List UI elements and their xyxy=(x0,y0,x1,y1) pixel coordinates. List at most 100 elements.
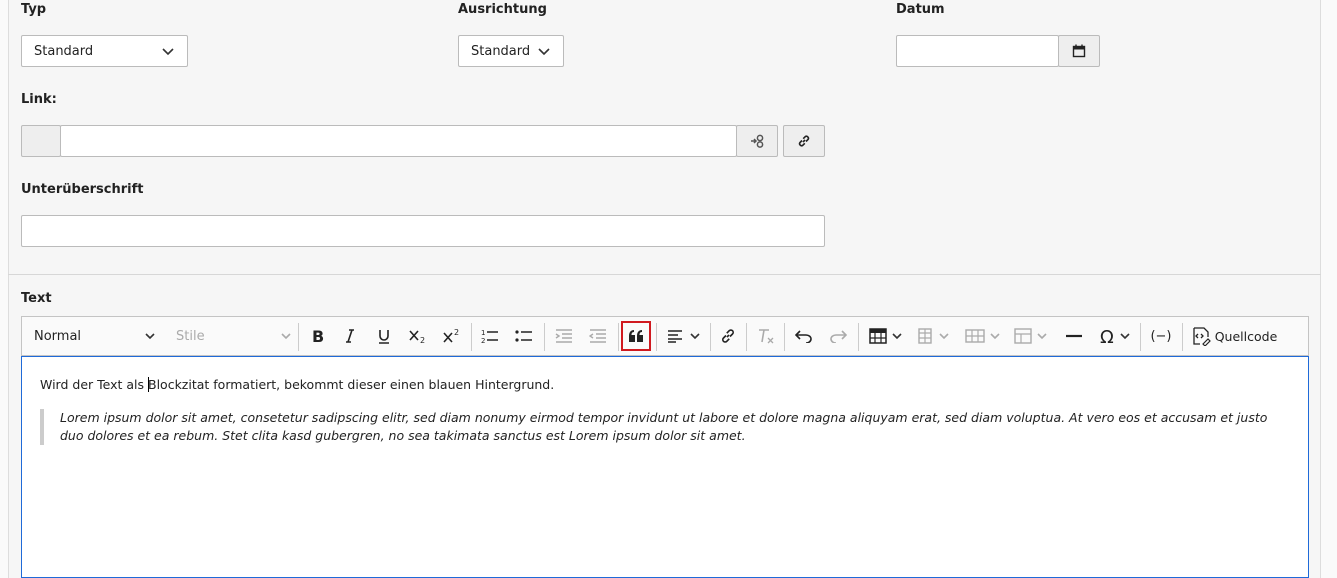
merge-cells-dropdown[interactable] xyxy=(1010,317,1052,355)
link-button[interactable] xyxy=(714,317,742,355)
datepicker-button[interactable] xyxy=(1058,35,1100,67)
redo-button[interactable] xyxy=(824,317,852,355)
indent-button[interactable] xyxy=(584,317,612,355)
toolbar-separator xyxy=(471,323,472,351)
subscript-icon: 2 xyxy=(409,330,425,344)
outdent-button[interactable] xyxy=(550,317,578,355)
link-icon xyxy=(798,135,810,147)
subscript-button[interactable]: 2 xyxy=(404,317,432,355)
horizontal-line-button[interactable] xyxy=(1060,317,1088,355)
editor-toolbar: Normal Stile B 2 2 12 Ω (−) Quellcode xyxy=(21,316,1309,356)
blockquote-highlight-frame xyxy=(621,321,651,351)
link-browser-button[interactable] xyxy=(783,125,825,157)
paragraph-content: Wird der Text als Blockzitat formatiert,… xyxy=(40,377,555,392)
svg-text:2: 2 xyxy=(454,328,459,337)
remove-format-icon xyxy=(759,329,774,344)
superscript-icon: 2 xyxy=(443,328,459,343)
unlink-icon xyxy=(751,134,764,148)
soft-hyphen-label: (−) xyxy=(1150,328,1172,344)
toolbar-separator xyxy=(1182,323,1183,351)
unterueberschrift-label: Unterüberschrift xyxy=(21,182,144,197)
table-icon xyxy=(869,328,887,344)
toolbar-separator xyxy=(1140,323,1141,351)
toolbar-separator xyxy=(618,323,619,351)
link-label: Link: xyxy=(21,92,57,107)
numbered-list-button[interactable]: 12 xyxy=(476,317,504,355)
toolbar-separator xyxy=(710,323,711,351)
soft-hyphen-button[interactable]: (−) xyxy=(1146,317,1176,355)
paragraph-text: Wird der Text als Blockzitat formatiert,… xyxy=(40,377,554,392)
bulleted-list-button[interactable] xyxy=(510,317,538,355)
editor-content[interactable]: Wird der Text als Blockzitat formatiert,… xyxy=(21,356,1309,578)
numbered-list-icon: 12 xyxy=(481,329,498,344)
toolbar-separator xyxy=(858,323,859,351)
ausrichtung-select[interactable]: Standard xyxy=(458,35,564,67)
superscript-button[interactable]: 2 xyxy=(438,317,466,355)
typ-select-value: Standard xyxy=(34,43,94,59)
table-column-dropdown[interactable] xyxy=(912,317,954,355)
chevron-down-icon xyxy=(162,48,174,56)
remove-format-button[interactable] xyxy=(752,317,780,355)
source-code-icon xyxy=(1193,327,1211,346)
rich-text-editor: Normal Stile B 2 2 12 Ω (−) Quellcode Wi… xyxy=(21,316,1309,578)
svg-text:1: 1 xyxy=(481,329,485,337)
toolbar-separator xyxy=(656,323,657,351)
horizontal-line-icon xyxy=(1066,334,1082,338)
table-row-icon xyxy=(965,329,985,343)
text-label: Text xyxy=(21,291,52,306)
chevron-down-icon xyxy=(892,333,902,340)
styles-dropdown-value: Stile xyxy=(176,328,205,344)
format-dropdown[interactable]: Normal xyxy=(34,317,164,355)
undo-icon xyxy=(795,330,812,343)
toolbar-separator xyxy=(746,323,747,351)
chevron-down-icon xyxy=(538,48,550,56)
toolbar-separator xyxy=(544,323,545,351)
svg-text:2: 2 xyxy=(420,336,425,344)
chevron-down-icon xyxy=(145,333,155,340)
merge-cells-icon xyxy=(1014,328,1032,344)
chevron-down-icon xyxy=(281,333,291,340)
indent-icon xyxy=(589,329,606,343)
table-row-dropdown[interactable] xyxy=(962,317,1004,355)
table-column-icon xyxy=(918,328,932,344)
blockquote-text: Lorem ipsum dolor sit amet, consetetur s… xyxy=(60,410,1268,443)
section-divider xyxy=(8,274,1321,275)
datum-input[interactable] xyxy=(896,35,1059,67)
ausrichtung-label: Ausrichtung xyxy=(458,2,547,17)
chevron-down-icon xyxy=(939,333,949,340)
typ-select[interactable]: Standard xyxy=(21,35,188,67)
link-input[interactable] xyxy=(60,125,737,157)
styles-dropdown[interactable]: Stile xyxy=(176,317,296,355)
italic-button[interactable] xyxy=(336,317,364,355)
link-icon xyxy=(722,329,734,343)
alignment-dropdown[interactable] xyxy=(662,317,706,355)
typ-label: Typ xyxy=(21,2,47,17)
toolbar-separator xyxy=(298,323,299,351)
bold-button[interactable]: B xyxy=(304,317,332,355)
outdent-icon xyxy=(555,329,572,343)
chevron-down-icon xyxy=(990,333,1000,340)
underline-button[interactable] xyxy=(370,317,398,355)
format-dropdown-value: Normal xyxy=(34,328,82,344)
svg-text:B: B xyxy=(312,328,324,344)
chevron-down-icon xyxy=(1120,333,1130,340)
undo-button[interactable] xyxy=(790,317,818,355)
bulleted-list-icon xyxy=(515,330,532,342)
chevron-down-icon xyxy=(1037,333,1047,340)
special-characters-dropdown[interactable]: Ω xyxy=(1094,317,1136,355)
table-dropdown[interactable] xyxy=(864,317,908,355)
omega-icon: Ω xyxy=(1100,327,1114,345)
chevron-down-icon xyxy=(690,333,700,340)
link-clear-button[interactable] xyxy=(736,125,778,157)
toolbar-separator xyxy=(784,323,785,351)
ausrichtung-select-value: Standard xyxy=(471,43,531,59)
unterueberschrift-input[interactable] xyxy=(21,215,825,247)
link-prefix xyxy=(21,125,61,157)
source-code-button[interactable]: Quellcode xyxy=(1188,317,1280,355)
text-caret xyxy=(148,377,149,392)
datum-label: Datum xyxy=(896,2,945,17)
align-left-icon xyxy=(668,330,682,343)
redo-icon xyxy=(830,330,847,343)
bold-icon: B xyxy=(312,328,324,344)
italic-icon xyxy=(346,329,354,343)
